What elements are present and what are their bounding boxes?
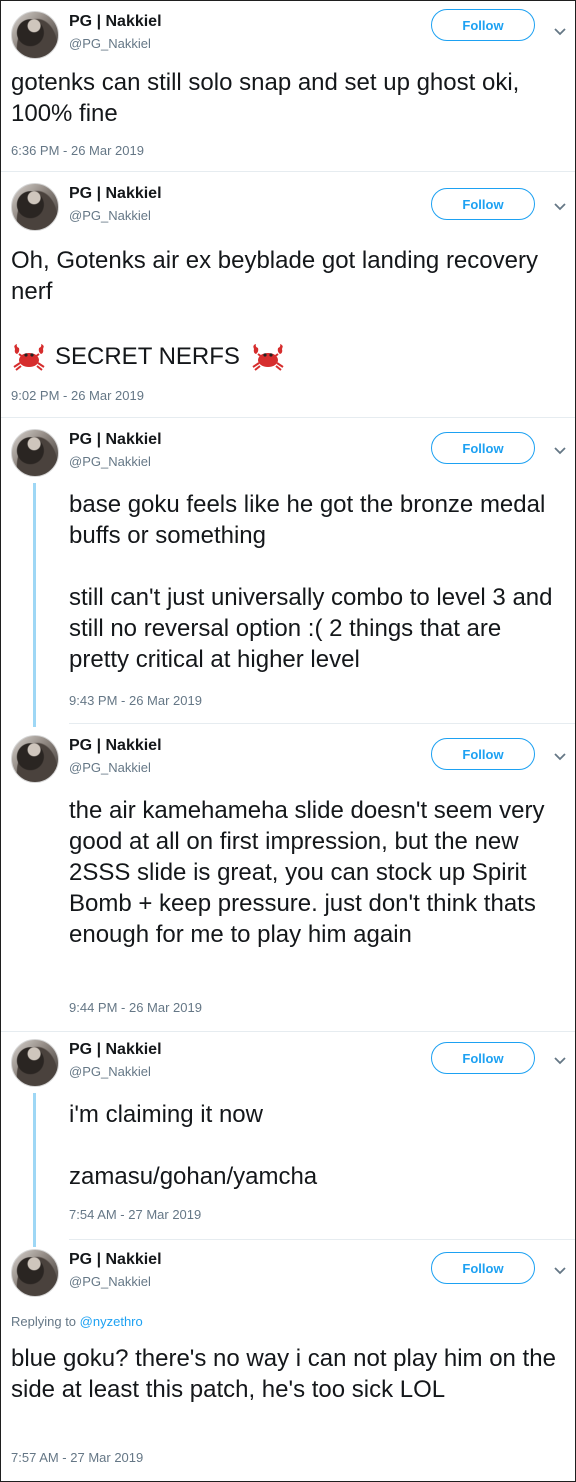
thread-line [33, 483, 36, 727]
follow-button[interactable]: Follow [431, 1042, 535, 1074]
follow-button[interactable]: Follow [431, 9, 535, 41]
emoji-line-text: SECRET NERFS [55, 343, 240, 370]
user-name[interactable]: PG | Nakkiel [69, 1041, 162, 1059]
tweet-timestamp[interactable]: 9:44 PM - 26 Mar 2019 [69, 1000, 202, 1015]
thread-line [33, 1093, 36, 1247]
tweet-text: gotenks can still solo snap and set up g… [11, 69, 526, 127]
avatar[interactable] [11, 735, 59, 783]
divider [69, 1239, 575, 1240]
crab-emoji-icon [252, 343, 284, 371]
divider [1, 1031, 575, 1032]
tweet-timestamp[interactable]: 6:36 PM - 26 Mar 2019 [11, 143, 144, 158]
chevron-down-icon[interactable] [552, 748, 568, 764]
tweet: PG | Nakkiel @PG_Nakkiel Follow Oh, Gote… [1, 183, 575, 413]
emoji-line: SECRET NERFS [11, 341, 286, 372]
follow-button[interactable]: Follow [431, 738, 535, 770]
tweet-thread: PG | Nakkiel @PG_Nakkiel Follow gotenks … [0, 0, 576, 1482]
chevron-down-icon[interactable] [552, 23, 568, 39]
follow-button[interactable]: Follow [431, 188, 535, 220]
user-handle[interactable]: @PG_Nakkiel [69, 1274, 151, 1289]
chevron-down-icon[interactable] [552, 198, 568, 214]
replying-to-handle[interactable]: @nyzethro [80, 1314, 143, 1329]
chevron-down-icon[interactable] [552, 1052, 568, 1068]
tweet-timestamp[interactable]: 9:43 PM - 26 Mar 2019 [69, 693, 202, 708]
tweet-text: base goku feels like he got the bronze m… [69, 491, 553, 673]
divider [69, 723, 575, 724]
avatar[interactable] [11, 183, 59, 231]
tweet-text: i'm claiming it now zamasu/gohan/yamcha [69, 1101, 318, 1190]
user-name[interactable]: PG | Nakkiel [69, 1251, 162, 1269]
chevron-down-icon[interactable] [552, 442, 568, 458]
tweet-text: Oh, Gotenks air ex beyblade got landing … [11, 247, 545, 305]
chevron-down-icon[interactable] [552, 1262, 568, 1278]
user-handle[interactable]: @PG_Nakkiel [69, 760, 151, 775]
divider [1, 417, 575, 418]
replying-to-label: Replying to [11, 1314, 77, 1329]
user-name[interactable]: PG | Nakkiel [69, 737, 162, 755]
user-name[interactable]: PG | Nakkiel [69, 13, 162, 31]
tweet-timestamp[interactable]: 7:54 AM - 27 Mar 2019 [69, 1207, 201, 1222]
avatar[interactable] [11, 429, 59, 477]
crab-emoji-icon [13, 343, 45, 371]
user-handle[interactable]: @PG_Nakkiel [69, 1064, 151, 1079]
avatar[interactable] [11, 11, 59, 59]
avatar[interactable] [11, 1039, 59, 1087]
replying-to: Replying to @nyzethro [11, 1314, 143, 1329]
tweet: PG | Nakkiel @PG_Nakkiel Follow Replying… [1, 1249, 575, 1474]
tweet: PG | Nakkiel @PG_Nakkiel Follow base gok… [1, 429, 575, 727]
tweet-text: blue goku? there's no way i can not play… [11, 1345, 563, 1403]
avatar[interactable] [11, 1249, 59, 1297]
user-name[interactable]: PG | Nakkiel [69, 431, 162, 449]
tweet-timestamp[interactable]: 9:02 PM - 26 Mar 2019 [11, 388, 144, 403]
follow-button[interactable]: Follow [431, 432, 535, 464]
tweet-text: the air kamehameha slide doesn't seem ve… [69, 797, 552, 948]
tweet: PG | Nakkiel @PG_Nakkiel Follow the air … [1, 735, 575, 1025]
tweet-timestamp[interactable]: 7:57 AM - 27 Mar 2019 [11, 1450, 143, 1465]
user-handle[interactable]: @PG_Nakkiel [69, 208, 151, 223]
follow-button[interactable]: Follow [431, 1252, 535, 1284]
user-handle[interactable]: @PG_Nakkiel [69, 454, 151, 469]
tweet: PG | Nakkiel @PG_Nakkiel Follow gotenks … [1, 9, 575, 171]
divider [1, 171, 575, 172]
user-name[interactable]: PG | Nakkiel [69, 185, 162, 203]
tweet: PG | Nakkiel @PG_Nakkiel Follow i'm clai… [1, 1039, 575, 1247]
user-handle[interactable]: @PG_Nakkiel [69, 36, 151, 51]
